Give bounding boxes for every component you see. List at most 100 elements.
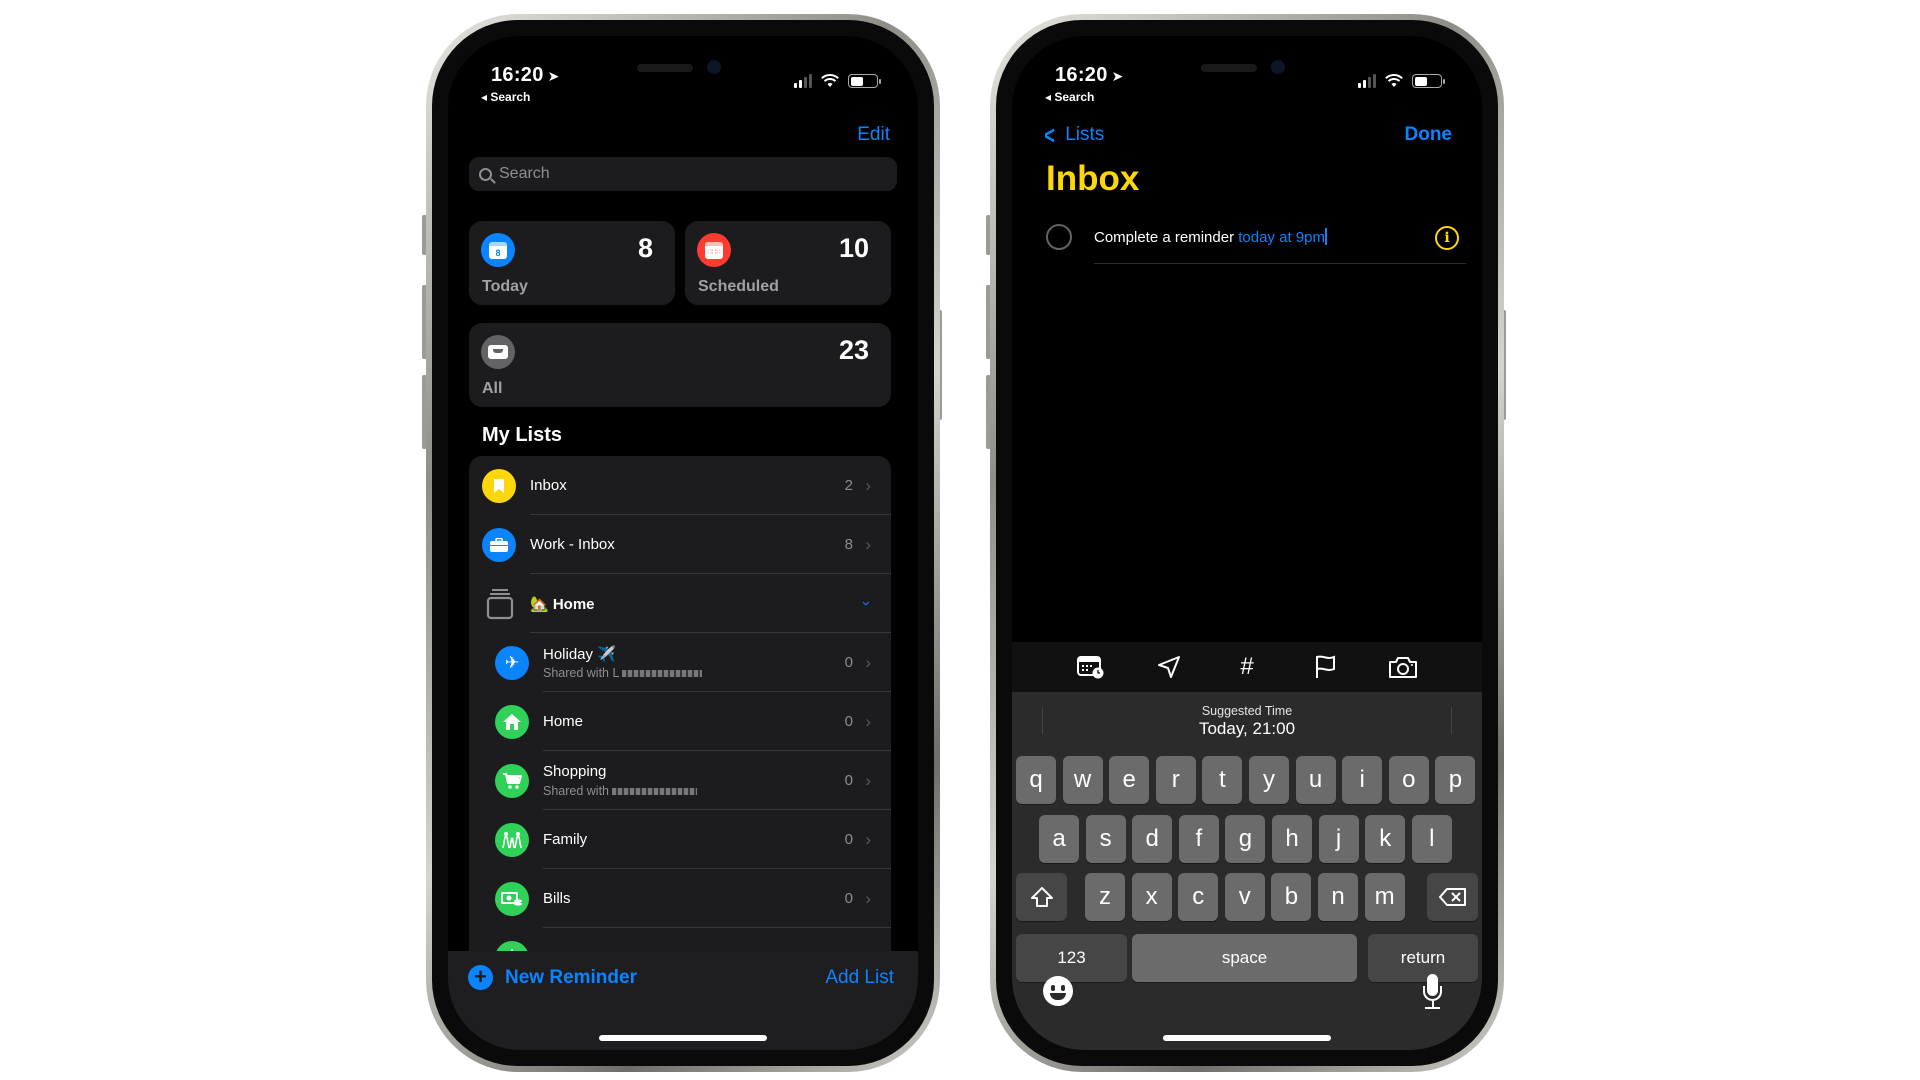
numbers-key[interactable]: 123 <box>1016 934 1127 982</box>
done-button[interactable]: Done <box>1405 124 1453 146</box>
phone-inbox-editor: 16:20 ➤ ◂ Search < Lists Done Inbox Compl… <box>990 14 1504 1072</box>
key-f[interactable]: f <box>1178 815 1219 863</box>
chevron-right-icon: › <box>865 888 871 908</box>
key-n[interactable]: n <box>1318 873 1358 921</box>
key-y[interactable]: y <box>1249 756 1289 804</box>
location-arrow-icon[interactable] <box>1152 652 1186 682</box>
status-bar: 16:20 ➤ ◂ Search <box>448 36 918 106</box>
front-camera <box>1271 60 1285 74</box>
new-reminder-label: New Reminder <box>505 966 637 988</box>
add-list-button[interactable]: Add List <box>825 967 894 989</box>
key-m[interactable]: m <box>1364 873 1405 921</box>
key-s[interactable]: s <box>1085 815 1126 863</box>
suggestion-divider <box>1451 707 1452 734</box>
list-item-holiday[interactable]: ✈ Holiday ✈️ Shared with L 0 › <box>469 633 891 692</box>
earpiece <box>1201 64 1257 72</box>
key-r[interactable]: r <box>1155 756 1196 804</box>
battery-icon <box>848 74 881 88</box>
key-q[interactable]: q <box>1016 756 1056 804</box>
money-icon <box>495 881 529 916</box>
reminders-lists-screen: 16:20 ➤ ◂ Search Edit Search 8 8 Today ∷∷… <box>448 36 918 1050</box>
key-a[interactable]: a <box>1039 815 1079 863</box>
list-item-inbox[interactable]: Inbox 2 › <box>469 456 891 515</box>
key-l[interactable]: l <box>1411 815 1452 863</box>
chevron-right-icon: › <box>865 534 871 554</box>
key-d[interactable]: d <box>1132 815 1173 863</box>
key-z[interactable]: z <box>1085 873 1125 921</box>
list-item-bills[interactable]: Bills 0 › <box>469 869 891 928</box>
microphone-icon[interactable] <box>1421 974 1445 1010</box>
reminder-title-input[interactable]: Complete a reminder today at 9pm <box>1094 228 1327 246</box>
emoji-key-icon[interactable] <box>1043 976 1073 1006</box>
back-to-search-link[interactable]: ◂ Search <box>1045 90 1094 104</box>
key-t[interactable]: t <box>1202 756 1243 804</box>
scheduled-count: 10 <box>838 233 869 263</box>
search-field[interactable]: Search <box>469 157 897 191</box>
suggested-time[interactable]: Suggested Time Today, 21:00 <box>1012 692 1482 744</box>
clock: 16:20 <box>491 64 544 86</box>
smart-list-scheduled[interactable]: ∷∷∷ 10 Scheduled <box>685 221 891 305</box>
space-key[interactable]: space <box>1132 934 1357 982</box>
list-item-work-inbox[interactable]: Work - Inbox 8 › <box>469 515 891 574</box>
hashtag-icon[interactable]: # <box>1230 652 1264 682</box>
status-bar: 16:20 ➤ ◂ Search <box>1012 36 1482 106</box>
cellular-signal-icon <box>1358 74 1376 88</box>
key-x[interactable]: x <box>1131 873 1172 921</box>
key-v[interactable]: v <box>1224 873 1265 921</box>
tray-icon <box>481 335 515 369</box>
phone-reminders-lists: 16:20 ➤ ◂ Search Edit Search 8 8 Today ∷∷… <box>426 14 940 1072</box>
calendar-clock-icon[interactable] <box>1074 652 1108 682</box>
system-icons <box>794 74 881 88</box>
key-g[interactable]: g <box>1225 815 1266 863</box>
list-count: 8 <box>844 536 853 553</box>
house-icon <box>495 704 529 739</box>
reminder-row: Complete a reminder today at 9pm i <box>1012 214 1482 264</box>
key-w[interactable]: w <box>1062 756 1103 804</box>
list-item-shopping[interactable]: Shopping Shared with 0 › <box>469 751 891 810</box>
reminder-complete-checkbox[interactable] <box>1046 224 1072 250</box>
location-arrow-icon: ➤ <box>547 68 560 84</box>
key-c[interactable]: c <box>1178 873 1219 921</box>
chevron-down-icon[interactable]: › <box>858 601 875 606</box>
smart-list-today[interactable]: 8 8 Today <box>469 221 675 305</box>
key-e[interactable]: e <box>1109 756 1150 804</box>
new-reminder-button[interactable]: + New Reminder <box>468 965 637 990</box>
key-j[interactable]: j <box>1318 815 1359 863</box>
smart-list-all[interactable]: 23 All <box>469 323 891 407</box>
earpiece <box>637 64 693 72</box>
shift-key[interactable] <box>1016 873 1067 921</box>
row-divider <box>1094 263 1466 264</box>
family-icon <box>495 822 529 857</box>
chevron-right-icon: › <box>865 770 871 790</box>
home-indicator[interactable] <box>599 1035 767 1041</box>
key-o[interactable]: o <box>1388 756 1429 804</box>
key-h[interactable]: h <box>1272 815 1312 863</box>
airplane-icon: ✈ <box>495 645 529 680</box>
key-p[interactable]: p <box>1435 756 1476 804</box>
home-indicator[interactable] <box>1163 1035 1331 1041</box>
key-u[interactable]: u <box>1295 756 1336 804</box>
key-i[interactable]: i <box>1342 756 1383 804</box>
list-count: 2 <box>844 477 853 494</box>
flag-icon[interactable] <box>1308 652 1342 682</box>
key-b[interactable]: b <box>1271 873 1312 921</box>
shared-with-text: Shared with <box>543 784 610 798</box>
wifi-icon <box>821 74 839 87</box>
list-name: Work - Inbox <box>530 536 615 553</box>
camera-icon[interactable] <box>1386 652 1420 682</box>
info-icon[interactable]: i <box>1435 226 1459 250</box>
list-item-family[interactable]: Family 0 › <box>469 810 891 869</box>
list-group-name: 🏡 Home <box>530 595 595 613</box>
system-icons <box>1358 74 1445 88</box>
edit-button[interactable]: Edit <box>857 124 890 146</box>
key-k[interactable]: k <box>1365 815 1406 863</box>
list-shared-with: Shared with L <box>543 666 703 680</box>
delete-key[interactable] <box>1427 873 1478 921</box>
list-item-home[interactable]: Home 0 › <box>469 692 891 751</box>
clock: 16:20 <box>1055 64 1108 86</box>
bottom-toolbar: + New Reminder Add List <box>448 951 918 1050</box>
list-group-home[interactable]: 🏡 Home › <box>469 574 891 633</box>
back-to-lists-button[interactable]: < Lists <box>1042 122 1104 148</box>
reminder-date-token: today at 9pm <box>1238 229 1325 246</box>
back-to-search-link[interactable]: ◂ Search <box>481 90 530 104</box>
